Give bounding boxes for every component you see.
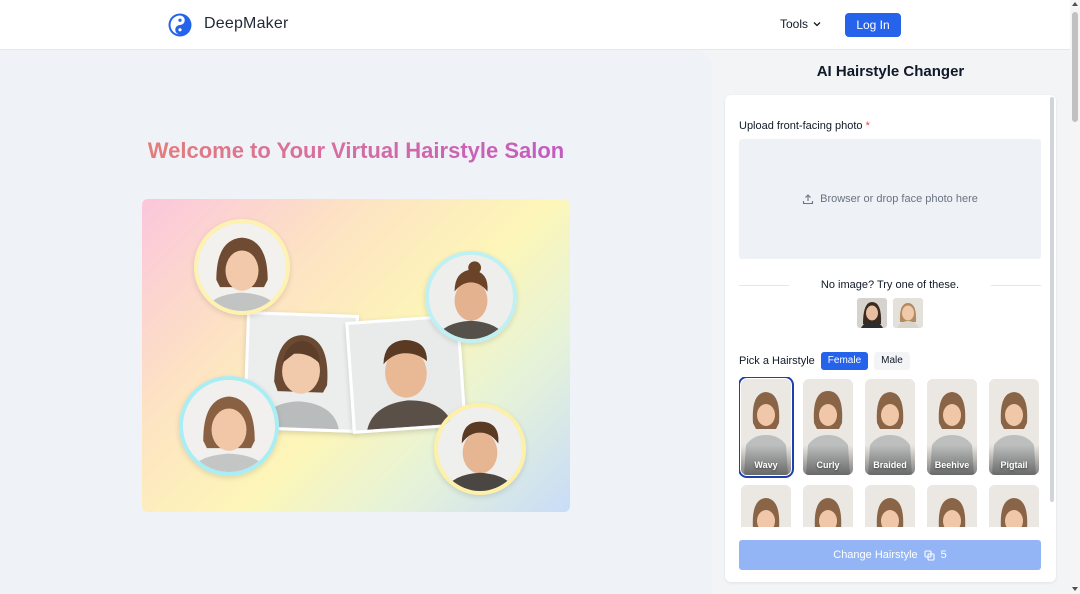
- hairstyle-form-card: Upload front-facing photo * Browser or d…: [725, 95, 1056, 582]
- chevron-down-icon: [813, 22, 821, 27]
- credits-icon: [924, 549, 935, 561]
- hairstyle-label: Braided: [873, 460, 907, 470]
- hairstyle-tile-beehive[interactable]: Beehive: [927, 379, 977, 475]
- sample-photo-2[interactable]: [893, 298, 923, 328]
- divider-line-left: [739, 284, 789, 286]
- hairstyle-tile-row2-4[interactable]: [927, 485, 977, 527]
- hero-title: Welcome to Your Virtual Hairstyle Salon: [0, 138, 712, 164]
- samples-divider: No image? Try one of these.: [739, 279, 1041, 291]
- pick-hairstyle-label: Pick a Hairstyle: [739, 355, 815, 367]
- sample-photo-1[interactable]: [857, 298, 887, 328]
- gender-tab-male[interactable]: Male: [874, 352, 910, 370]
- upload-label: Upload front-facing photo *: [739, 120, 870, 132]
- hairstyle-tile-row2-1[interactable]: [741, 485, 791, 527]
- required-mark: *: [865, 120, 870, 132]
- change-hairstyle-label: Change Hairstyle: [833, 549, 918, 561]
- login-button[interactable]: Log In: [845, 13, 901, 37]
- hairstyle-collage-image: [142, 199, 570, 512]
- hairstyle-label: Curly: [816, 460, 840, 470]
- collage-circle-top-right: [425, 251, 517, 343]
- brand-name[interactable]: DeepMaker: [204, 15, 289, 33]
- hairstyle-tile-curly[interactable]: Curly: [803, 379, 853, 475]
- hairstyle-label: Pigtail: [1000, 460, 1028, 470]
- hairstyle-label: Beehive: [934, 460, 970, 470]
- gender-tab-female[interactable]: Female: [820, 352, 869, 370]
- upload-label-text: Upload front-facing photo: [739, 120, 863, 132]
- hairstyle-tile-row2-2[interactable]: [803, 485, 853, 527]
- hairstyle-grid: Wavy Curly Braided Beehive Pigtail: [739, 377, 1041, 527]
- top-nav: DeepMaker Tools Log In: [0, 0, 1070, 50]
- upload-icon: [803, 194, 814, 205]
- sample-photos: [857, 298, 923, 328]
- card-scrollbar[interactable]: [1050, 97, 1054, 502]
- hairstyle-tile-wavy[interactable]: Wavy: [739, 377, 794, 478]
- collage-circle-bottom-right: [434, 403, 526, 495]
- scroll-up-arrow-icon[interactable]: [1072, 2, 1078, 6]
- pick-hairstyle-row: Pick a Hairstyle Female Male: [739, 352, 910, 370]
- photo-dropzone[interactable]: Browser or drop face photo here: [739, 139, 1041, 259]
- hero-section: Welcome to Your Virtual Hairstyle Salon: [0, 50, 712, 594]
- dropzone-text: Browser or drop face photo here: [820, 193, 978, 205]
- hairstyle-label: Wavy: [754, 460, 778, 470]
- page-scrollbar[interactable]: [1070, 0, 1080, 594]
- scrollbar-thumb[interactable]: [1072, 12, 1078, 122]
- tools-label: Tools: [780, 17, 809, 31]
- hairstyle-tile-row2-5[interactable]: [989, 485, 1039, 527]
- hairstyle-tile-row2-3[interactable]: [865, 485, 915, 527]
- collage-circle-top-left: [194, 219, 290, 315]
- collage-circle-bottom-left: [179, 376, 279, 476]
- hairstyle-tile-braided[interactable]: Braided: [865, 379, 915, 475]
- panel-title: AI Hairstyle Changer: [816, 63, 965, 80]
- hairstyle-tile-pigtail[interactable]: Pigtail: [989, 379, 1039, 475]
- samples-text: No image? Try one of these.: [820, 279, 960, 291]
- change-hairstyle-button[interactable]: Change Hairstyle 5: [739, 540, 1041, 570]
- yin-yang-logo-icon[interactable]: [168, 13, 192, 37]
- divider-line-right: [991, 284, 1041, 286]
- scroll-down-arrow-icon[interactable]: [1072, 587, 1078, 591]
- credit-cost: 5: [940, 549, 947, 561]
- tools-menu[interactable]: Tools: [780, 17, 822, 31]
